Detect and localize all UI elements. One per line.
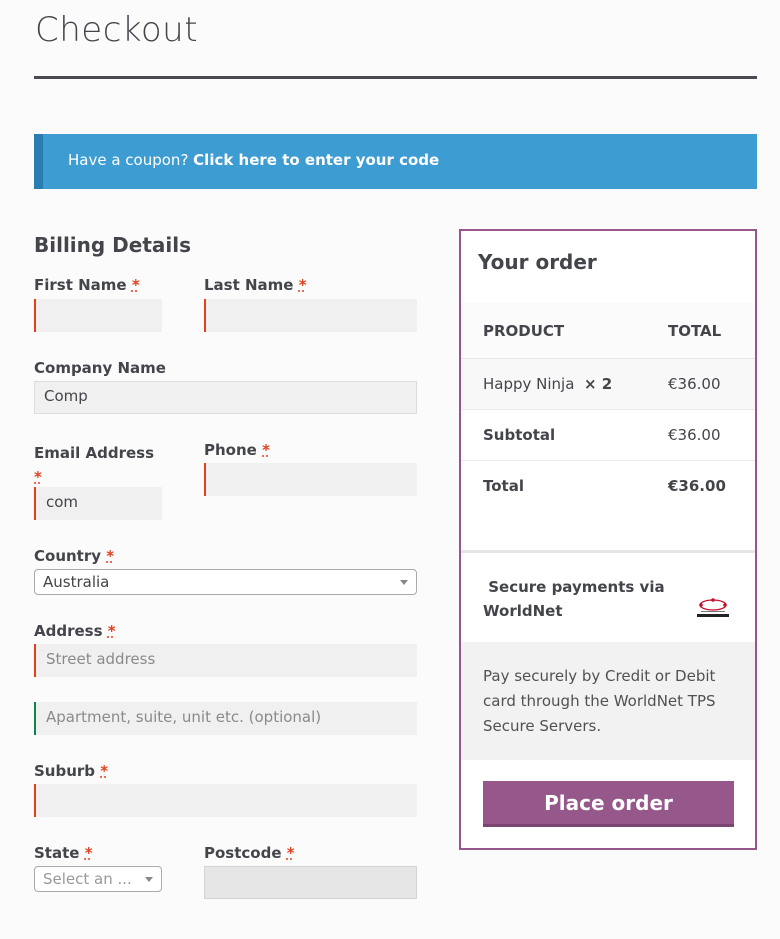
product-column-header: PRODUCT <box>483 322 565 340</box>
required-mark: * <box>34 468 42 486</box>
your-order-heading: Your order <box>478 250 597 274</box>
payment-method-label[interactable]: Secure payments via WorldNet <box>483 575 683 623</box>
total-label: Total <box>483 477 524 495</box>
worldnet-logo-icon <box>697 598 729 617</box>
table-row: Happy Ninja × 2 €36.00 <box>461 359 755 410</box>
order-table-header: PRODUCT TOTAL <box>461 303 755 359</box>
company-name-label: Company Name <box>34 359 166 377</box>
total-row: Total €36.00 <box>461 461 755 512</box>
coupon-link[interactable]: Click here to enter your code <box>193 151 439 169</box>
coupon-notice: Have a coupon? Click here to enter your … <box>34 134 757 189</box>
last-name-input[interactable] <box>204 299 417 332</box>
payment-divider <box>461 550 755 553</box>
address-label: Address * <box>34 622 116 640</box>
subtotal-value: €36.00 <box>668 426 721 444</box>
postcode-label: Postcode * <box>204 844 295 862</box>
required-mark: * <box>100 762 109 780</box>
first-name-label: First Name * <box>34 276 140 294</box>
page-title: Checkout <box>35 10 199 50</box>
country-select[interactable]: Australia <box>34 569 417 595</box>
product-quantity: × 2 <box>583 375 613 393</box>
required-mark: * <box>107 622 116 640</box>
country-select-value: Australia <box>43 573 110 591</box>
address-line-2-placeholder: Apartment, suite, unit etc. (optional) <box>46 708 322 726</box>
street-address-placeholder: Street address <box>46 650 156 668</box>
subtotal-row: Subtotal €36.00 <box>461 410 755 461</box>
total-value: €36.00 <box>668 477 726 495</box>
title-divider <box>34 76 757 79</box>
address-line-2-input[interactable]: Apartment, suite, unit etc. (optional) <box>34 702 417 735</box>
required-mark: * <box>298 276 307 294</box>
product-total: €36.00 <box>668 375 721 393</box>
phone-input[interactable] <box>204 463 417 496</box>
state-select[interactable]: Select an ... <box>34 866 162 892</box>
billing-details-heading: Billing Details <box>34 233 192 257</box>
phone-label: Phone * <box>204 441 270 459</box>
suburb-input[interactable] <box>34 784 417 817</box>
street-address-input[interactable]: Street address <box>34 644 417 677</box>
suburb-label: Suburb * <box>34 762 109 780</box>
chevron-down-icon <box>400 580 408 585</box>
order-review-panel: Your order PRODUCT TOTAL Happy Ninja × 2… <box>459 229 757 850</box>
required-mark: * <box>262 441 270 459</box>
product-name: Happy Ninja × 2 <box>483 375 613 393</box>
postcode-input[interactable] <box>204 866 417 899</box>
place-order-button[interactable]: Place order <box>483 781 734 827</box>
total-column-header: TOTAL <box>668 322 722 340</box>
required-mark: * <box>286 844 295 862</box>
payment-description-box: Pay securely by Credit or Debit card thr… <box>461 642 755 760</box>
state-select-placeholder: Select an ... <box>43 870 132 888</box>
email-label: Email Address * <box>34 444 155 486</box>
required-mark: * <box>84 844 93 862</box>
country-label: Country * <box>34 547 115 565</box>
first-name-input[interactable] <box>34 299 162 332</box>
payment-description: Pay securely by Credit or Debit card thr… <box>483 667 716 735</box>
email-input[interactable]: com <box>34 487 162 520</box>
state-label: State * <box>34 844 93 862</box>
subtotal-label: Subtotal <box>483 426 556 444</box>
required-mark: * <box>106 547 115 565</box>
company-name-input[interactable]: Comp <box>34 381 417 414</box>
last-name-label: Last Name * <box>204 276 307 294</box>
required-mark: * <box>131 276 140 294</box>
coupon-text: Have a coupon? <box>68 151 194 169</box>
chevron-down-icon <box>145 877 153 882</box>
